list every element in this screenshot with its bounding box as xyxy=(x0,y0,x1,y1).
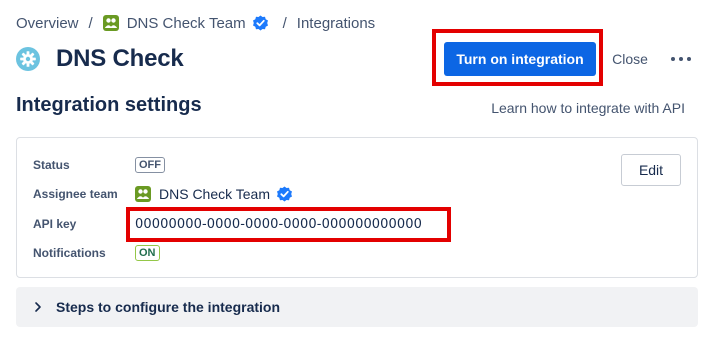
breadcrumb: Overview / DNS Check Team / Integrations xyxy=(16,13,375,33)
notifications-row: Notifications ON xyxy=(33,242,160,264)
page-header: DNS Check xyxy=(16,42,184,76)
highlight-api-key xyxy=(126,207,451,242)
assignee-team-link[interactable]: DNS Check Team xyxy=(159,186,270,202)
more-icon xyxy=(671,57,675,61)
assignee-value: DNS Check Team xyxy=(135,186,293,203)
breadcrumb-team[interactable]: DNS Check Team xyxy=(127,15,246,32)
assignee-row: Assignee team DNS Check Team xyxy=(33,183,293,205)
steps-label: Steps to configure the integration xyxy=(56,299,281,315)
breadcrumb-separator: / xyxy=(282,14,287,32)
chevron-right-icon xyxy=(30,299,46,315)
edit-button[interactable]: Edit xyxy=(621,154,681,186)
more-icon-dot xyxy=(687,57,691,61)
breadcrumb-separator: / xyxy=(88,14,93,32)
verified-icon xyxy=(276,186,293,203)
status-row: Status OFF xyxy=(33,154,165,176)
notifications-value: ON xyxy=(135,245,160,261)
steps-expander[interactable]: Steps to configure the integration xyxy=(16,287,698,327)
page-title: DNS Check xyxy=(56,45,184,72)
api-key-label: API key xyxy=(33,217,77,231)
team-icon xyxy=(102,15,119,31)
more-actions-button[interactable] xyxy=(664,44,698,74)
close-button[interactable]: Close xyxy=(606,42,654,76)
assignee-label: Assignee team xyxy=(33,187,118,201)
highlight-turn-on xyxy=(432,29,603,86)
section-title: Integration settings xyxy=(16,94,202,116)
status-value: OFF xyxy=(135,157,165,173)
breadcrumb-integrations[interactable]: Integrations xyxy=(297,15,375,32)
status-label: Status xyxy=(33,158,70,172)
breadcrumb-overview[interactable]: Overview xyxy=(16,15,79,32)
status-badge: OFF xyxy=(135,157,165,173)
notifications-label: Notifications xyxy=(33,246,106,260)
learn-api-link[interactable]: Learn how to integrate with API xyxy=(491,100,685,116)
verified-icon xyxy=(252,15,269,32)
team-icon xyxy=(135,186,151,202)
notifications-badge: ON xyxy=(135,245,160,261)
more-icon-dot xyxy=(679,57,683,61)
gear-icon xyxy=(16,47,40,71)
